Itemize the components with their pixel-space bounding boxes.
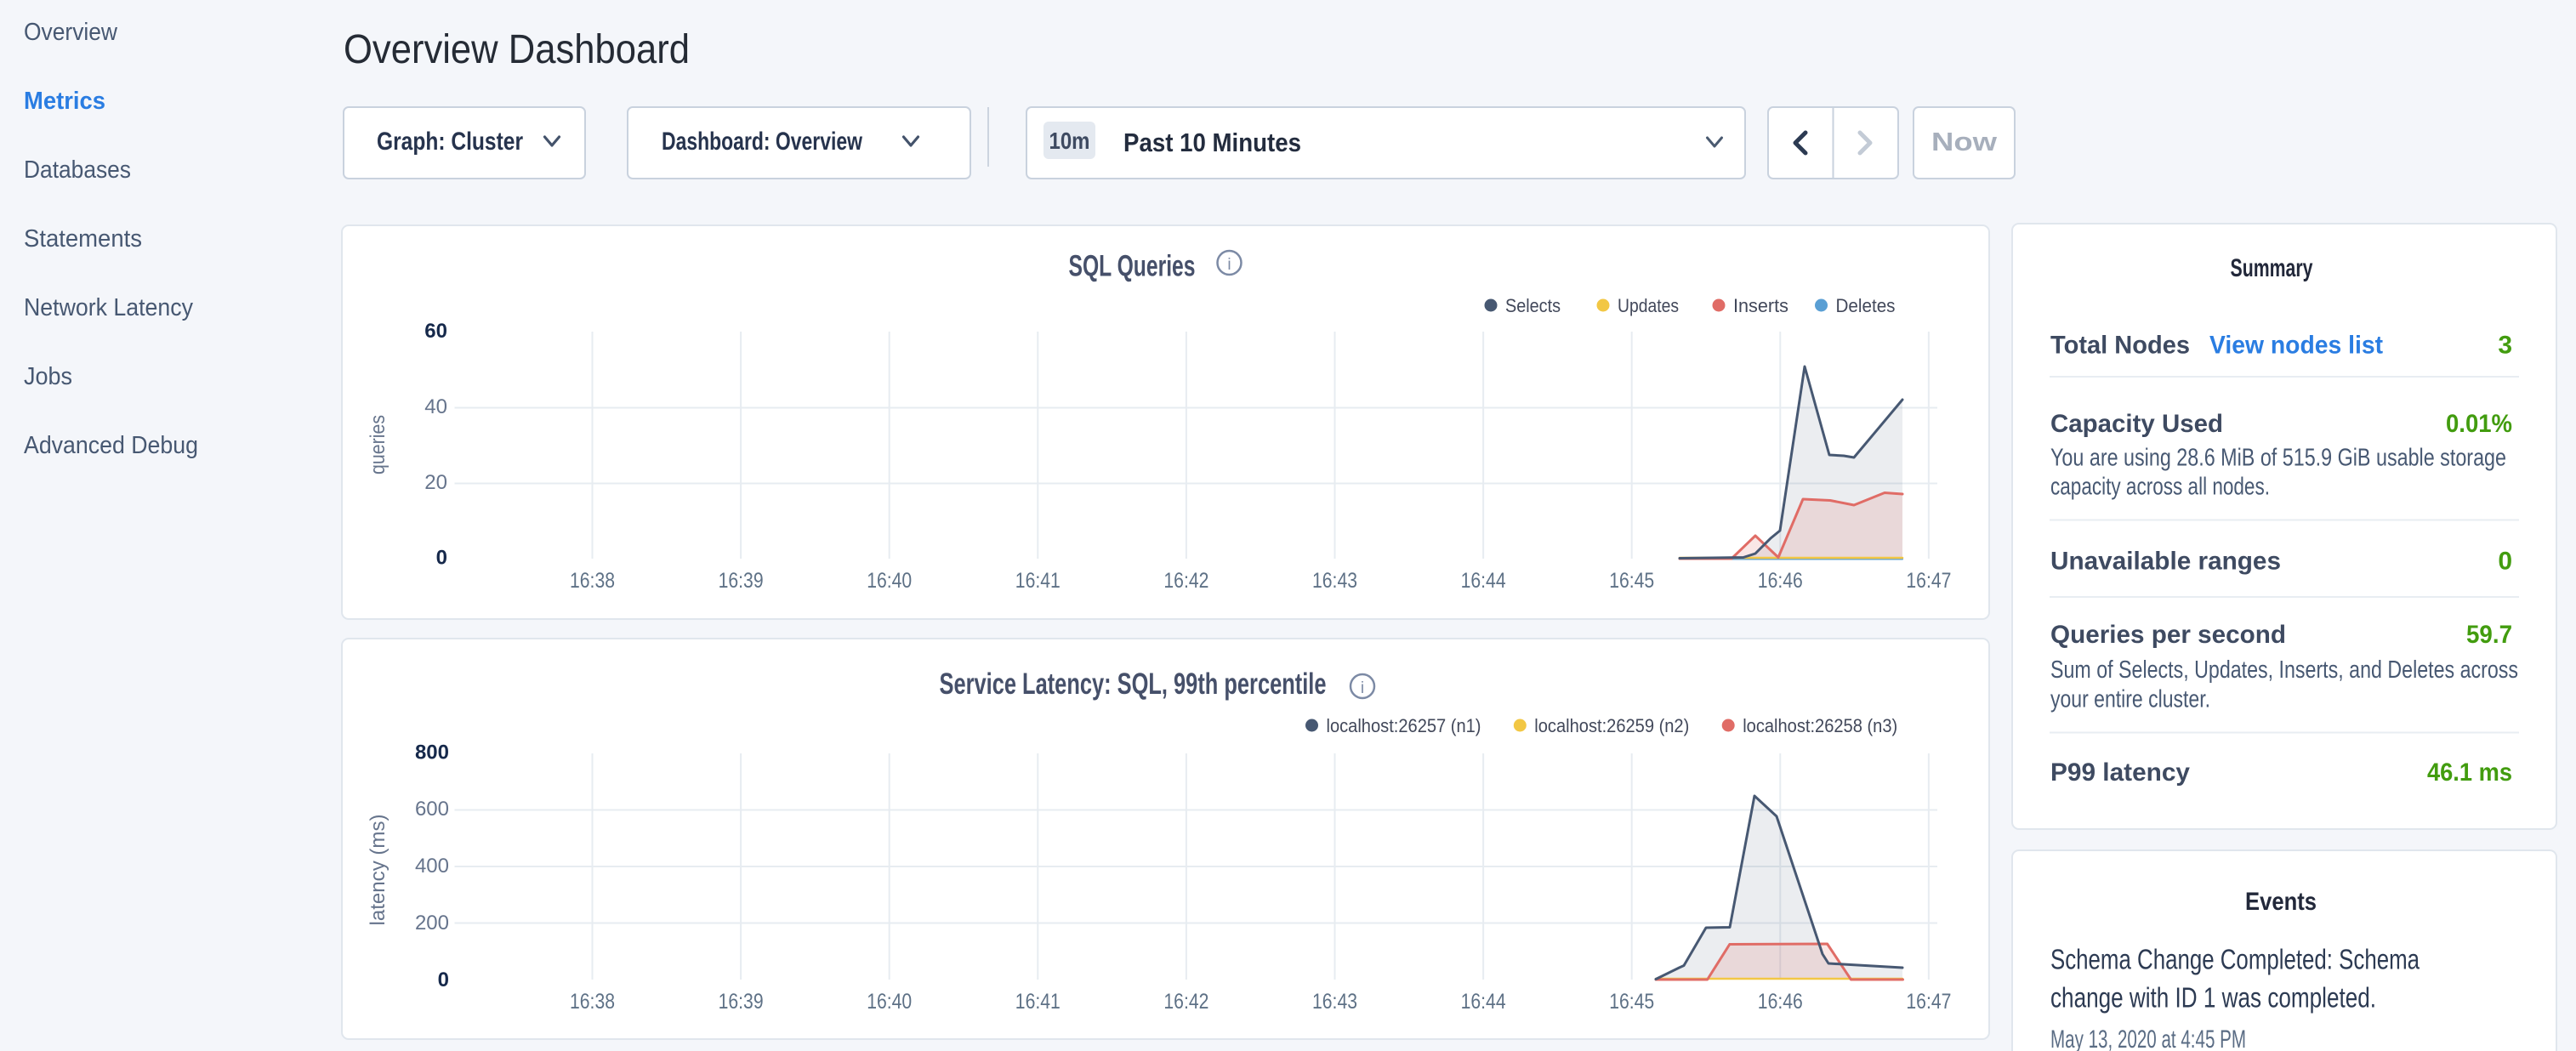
svg-text:Graph: Cluster: Graph: Cluster — [377, 128, 523, 156]
svg-text:latency (ms): latency (ms) — [367, 815, 390, 926]
svg-text:Network Latency: Network Latency — [24, 294, 193, 321]
svg-text:localhost:26258 (n3): localhost:26258 (n3) — [1743, 715, 1897, 736]
svg-text:Deletes: Deletes — [1836, 295, 1896, 316]
svg-text:i: i — [1361, 679, 1364, 697]
svg-text:16:43: 16:43 — [1312, 990, 1357, 1014]
svg-text:800: 800 — [415, 741, 449, 764]
svg-text:Selects: Selects — [1505, 295, 1561, 316]
svg-text:Schema Change Completed: Schem: Schema Change Completed: Schema — [2050, 944, 2420, 975]
svg-text:Summary: Summary — [2231, 254, 2313, 282]
svg-text:change with ID 1 was completed: change with ID 1 was completed. — [2050, 982, 2376, 1014]
svg-text:Inserts: Inserts — [1733, 295, 1788, 316]
svg-text:View nodes list: View nodes list — [2209, 332, 2383, 360]
svg-text:16:45: 16:45 — [1609, 569, 1654, 593]
svg-text:queries: queries — [367, 415, 390, 474]
svg-text:16:45: 16:45 — [1609, 990, 1654, 1014]
svg-text:16:44: 16:44 — [1461, 569, 1506, 593]
svg-text:16:40: 16:40 — [867, 990, 912, 1014]
svg-text:Sum of Selects, Updates, Inser: Sum of Selects, Updates, Inserts, and De… — [2050, 656, 2518, 684]
svg-text:Overview Dashboard: Overview Dashboard — [344, 27, 690, 72]
svg-text:i: i — [1227, 256, 1231, 274]
svg-text:Queries per second: Queries per second — [2050, 621, 2286, 649]
svg-text:0: 0 — [438, 969, 449, 991]
svg-text:16:46: 16:46 — [1758, 990, 1803, 1014]
svg-text:SQL Queries: SQL Queries — [1069, 250, 1196, 283]
svg-text:Advanced Debug: Advanced Debug — [24, 432, 198, 459]
svg-text:16:44: 16:44 — [1461, 990, 1506, 1014]
svg-text:Total Nodes: Total Nodes — [2050, 332, 2190, 360]
svg-text:localhost:26259 (n2): localhost:26259 (n2) — [1534, 715, 1689, 736]
svg-text:16:38: 16:38 — [570, 569, 615, 593]
svg-text:20: 20 — [424, 471, 447, 494]
svg-text:16:42: 16:42 — [1163, 569, 1208, 593]
svg-text:You are using 28.6 MiB of 515.: You are using 28.6 MiB of 515.9 GiB usab… — [2050, 445, 2506, 472]
svg-text:Unavailable ranges: Unavailable ranges — [2050, 548, 2281, 576]
svg-text:Events: Events — [2245, 888, 2317, 916]
svg-text:P99 latency: P99 latency — [2050, 758, 2190, 787]
svg-text:16:43: 16:43 — [1312, 569, 1357, 593]
svg-text:16:47: 16:47 — [1906, 990, 1951, 1014]
svg-text:your entire cluster.: your entire cluster. — [2050, 686, 2210, 713]
svg-text:16:46: 16:46 — [1758, 569, 1803, 593]
svg-text:Overview: Overview — [24, 19, 118, 46]
svg-text:16:47: 16:47 — [1906, 569, 1951, 593]
svg-text:200: 200 — [415, 912, 449, 935]
svg-text:3: 3 — [2498, 332, 2512, 360]
svg-text:Capacity Used: Capacity Used — [2050, 410, 2223, 438]
svg-text:600: 600 — [415, 798, 449, 821]
svg-text:localhost:26257 (n1): localhost:26257 (n1) — [1327, 715, 1481, 736]
svg-text:Databases: Databases — [24, 156, 131, 184]
svg-text:10m: 10m — [1049, 128, 1090, 154]
svg-text:Statements: Statements — [24, 225, 142, 253]
svg-text:16:41: 16:41 — [1015, 990, 1061, 1014]
svg-text:400: 400 — [415, 855, 449, 878]
svg-text:16:41: 16:41 — [1015, 569, 1061, 593]
svg-text:16:42: 16:42 — [1163, 990, 1208, 1014]
svg-text:60: 60 — [424, 320, 447, 343]
svg-text:Jobs: Jobs — [24, 363, 72, 390]
svg-text:46.1 ms: 46.1 ms — [2427, 758, 2512, 787]
svg-text:59.7: 59.7 — [2466, 621, 2512, 649]
svg-text:16:40: 16:40 — [867, 569, 912, 593]
svg-text:16:39: 16:39 — [719, 569, 764, 593]
svg-text:Dashboard: Overview: Dashboard: Overview — [662, 128, 863, 156]
svg-text:capacity across all nodes.: capacity across all nodes. — [2050, 474, 2270, 501]
svg-text:Service Latency: SQL, 99th per: Service Latency: SQL, 99th percentile — [940, 668, 1327, 701]
svg-text:May 13, 2020 at 4:45 PM: May 13, 2020 at 4:45 PM — [2050, 1025, 2246, 1051]
svg-text:0: 0 — [2498, 548, 2512, 576]
svg-text:40: 40 — [424, 395, 447, 418]
svg-text:Past 10 Minutes: Past 10 Minutes — [1123, 128, 1301, 157]
svg-text:16:38: 16:38 — [570, 990, 615, 1014]
svg-text:Now: Now — [1931, 127, 1998, 156]
svg-text:0: 0 — [436, 547, 447, 570]
svg-text:16:39: 16:39 — [719, 990, 764, 1014]
svg-text:Updates: Updates — [1618, 295, 1679, 316]
svg-text:0.01%: 0.01% — [2446, 410, 2512, 438]
svg-text:Metrics: Metrics — [24, 88, 105, 115]
